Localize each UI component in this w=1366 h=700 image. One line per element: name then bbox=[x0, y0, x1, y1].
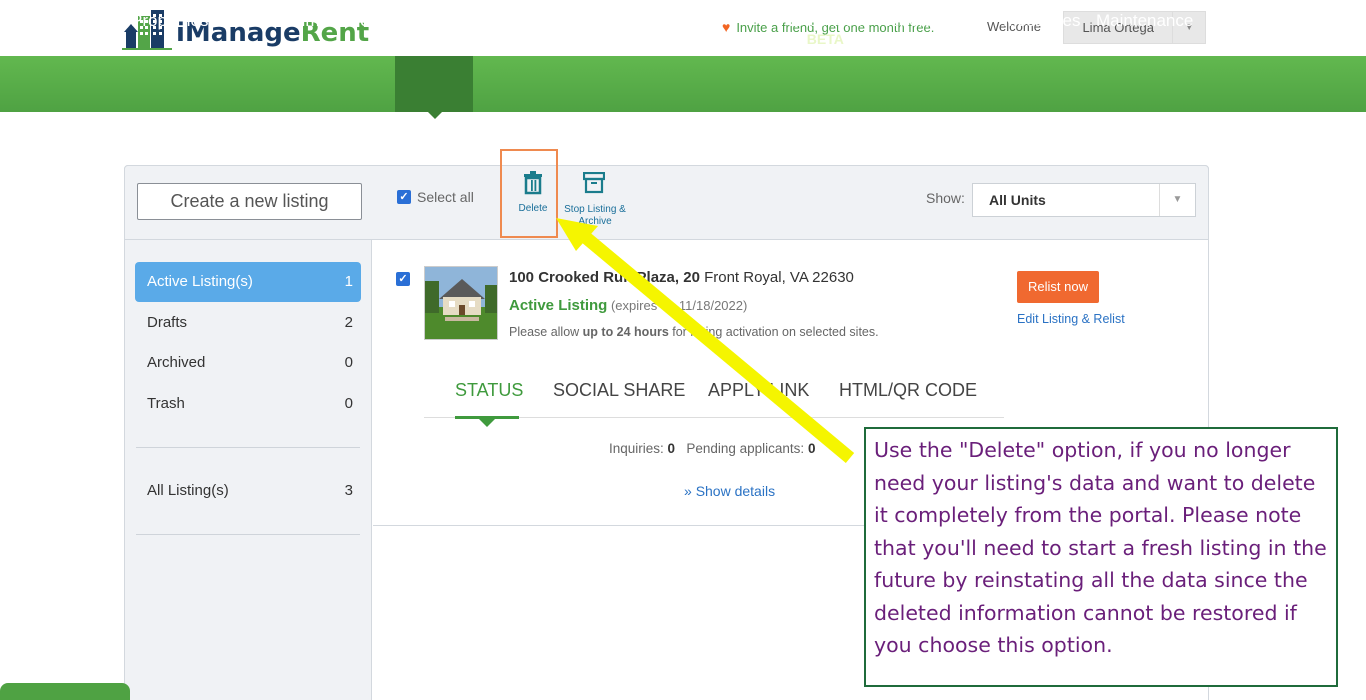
nav-listings-label: Listings bbox=[403, 11, 469, 30]
sidebar-item-count: 0 bbox=[344, 395, 353, 412]
beta-badge: BETA bbox=[806, 31, 844, 47]
nav-reports[interactable]: Reports bbox=[878, 11, 938, 31]
note-bold: up to 24 hours bbox=[582, 325, 669, 339]
inquiries-label: Inquiries: bbox=[609, 441, 664, 456]
nav-applicant-screening[interactable]: Applicant Screening bbox=[567, 11, 718, 31]
stop-listing-button-label[interactable]: Stop Listing & Archive bbox=[556, 204, 634, 228]
expires-text: (expires on 11/18/2022) bbox=[607, 298, 748, 313]
sidebar-item-all-listings[interactable]: All Listing(s) 3 bbox=[135, 471, 361, 511]
status-label: Active Listing bbox=[509, 297, 608, 314]
chevron-down-icon[interactable]: ▼ bbox=[1159, 184, 1195, 216]
tab-apply-link[interactable]: APPLY LINK bbox=[708, 380, 809, 401]
note-pre: Please allow bbox=[509, 325, 583, 339]
nav-estimate-rent[interactable]: Estimate Rent bbox=[277, 11, 384, 31]
select-all-label: Select all bbox=[417, 189, 474, 205]
show-details-link[interactable]: » Show details bbox=[684, 483, 775, 499]
listing-address[interactable]: 100 Crooked Run Plaza, 20 Front Royal, V… bbox=[509, 269, 854, 286]
nav-active-highlight bbox=[395, 56, 473, 112]
inquiries-value: 0 bbox=[667, 441, 676, 456]
sidebar-item-archived[interactable]: Archived 0 bbox=[135, 343, 361, 383]
sidebar-item-drafts[interactable]: Drafts 2 bbox=[135, 303, 361, 343]
nav-maintenance[interactable]: Maintenance bbox=[1096, 11, 1193, 31]
sidebar-item-count: 0 bbox=[344, 354, 353, 371]
sidebar-item-count: 2 bbox=[344, 314, 353, 331]
sidebar-item-label: Archived bbox=[147, 354, 206, 371]
pending-value: 0 bbox=[807, 441, 816, 456]
checkbox-checked-icon[interactable]: ✓ bbox=[397, 190, 411, 204]
sidebar-item-count: 1 bbox=[344, 273, 353, 290]
nav-listings-count: 1 bbox=[431, 31, 440, 47]
listing-status: Active Listing (expires on 11/18/2022) bbox=[509, 297, 747, 314]
sidebar-item-active-listings[interactable]: Active Listing(s) 1 bbox=[135, 262, 361, 302]
address-city: Front Royal, VA 22630 bbox=[699, 269, 854, 286]
sidebar-item-label: All Listing(s) bbox=[147, 482, 229, 499]
active-tab-arrow bbox=[479, 419, 495, 427]
pending-label: Pending applicants: bbox=[686, 441, 805, 456]
nav-expenses[interactable]: Expenses BETA bbox=[788, 11, 863, 47]
property-photo[interactable] bbox=[424, 266, 498, 340]
sidebar-item-label: Trash bbox=[147, 395, 185, 412]
sidebar-item-trash[interactable]: Trash 0 bbox=[135, 384, 361, 424]
nav-listings[interactable]: Listings 1 bbox=[403, 11, 468, 47]
stop-label-line2: Archive bbox=[578, 216, 612, 227]
sidebar-divider bbox=[136, 534, 360, 535]
nav-properties[interactable]: Properties bbox=[131, 11, 208, 31]
listing-checkbox[interactable]: ✓ bbox=[396, 269, 416, 287]
main-nav bbox=[0, 56, 1366, 112]
activation-note: Please allow up to 24 hours for listing … bbox=[509, 325, 879, 339]
address-street: 100 Crooked Run Plaza, 20 bbox=[509, 269, 700, 286]
sidebar-item-label: Active Listing(s) bbox=[147, 273, 253, 290]
listing-tabs: STATUS SOCIAL SHARE APPLY LINK HTML/QR C… bbox=[424, 374, 1004, 418]
create-listing-button[interactable]: Create a new listing bbox=[137, 183, 362, 220]
note-post: for listing activation on selected sites… bbox=[668, 325, 879, 339]
nav-messages[interactable]: Messages bbox=[1003, 11, 1080, 31]
tab-social-share[interactable]: SOCIAL SHARE bbox=[553, 380, 685, 401]
show-filter-label: Show: bbox=[926, 190, 965, 206]
sidebar-divider bbox=[136, 447, 360, 448]
nav-expenses-label: Expenses bbox=[788, 11, 863, 30]
show-units-select[interactable]: All Units ▼ bbox=[972, 183, 1196, 217]
sidebar-item-count: 3 bbox=[344, 482, 353, 499]
relist-now-button[interactable]: Relist now bbox=[1017, 271, 1099, 303]
heart-icon: ♥ bbox=[722, 19, 731, 35]
checkbox-checked-icon[interactable]: ✓ bbox=[396, 272, 410, 286]
nav-active-arrow bbox=[427, 111, 443, 119]
inquiries-summary: Inquiries: 0 Pending applicants: 0 bbox=[609, 441, 815, 456]
stop-label-line1: Stop Listing & bbox=[564, 204, 626, 215]
tab-status[interactable]: STATUS bbox=[455, 380, 523, 401]
archive-icon[interactable] bbox=[582, 171, 606, 200]
show-details-label: Show details bbox=[695, 483, 776, 499]
chat-widget-tab[interactable] bbox=[0, 683, 130, 700]
tab-html-qr-code[interactable]: HTML/QR CODE bbox=[839, 380, 977, 401]
sidebar-item-label: Drafts bbox=[147, 314, 188, 331]
edit-listing-link[interactable]: Edit Listing & Relist bbox=[1017, 312, 1125, 326]
select-all-checkbox[interactable]: ✓ Select all bbox=[397, 189, 474, 205]
nav-inquiries[interactable]: Inquiries bbox=[483, 11, 547, 31]
delete-highlight-box bbox=[500, 149, 558, 238]
annotation-callout: Use the "Delete" option, if you no longe… bbox=[864, 427, 1338, 687]
show-units-value: All Units bbox=[989, 192, 1046, 208]
double-chevron-down-icon: » bbox=[684, 483, 692, 499]
